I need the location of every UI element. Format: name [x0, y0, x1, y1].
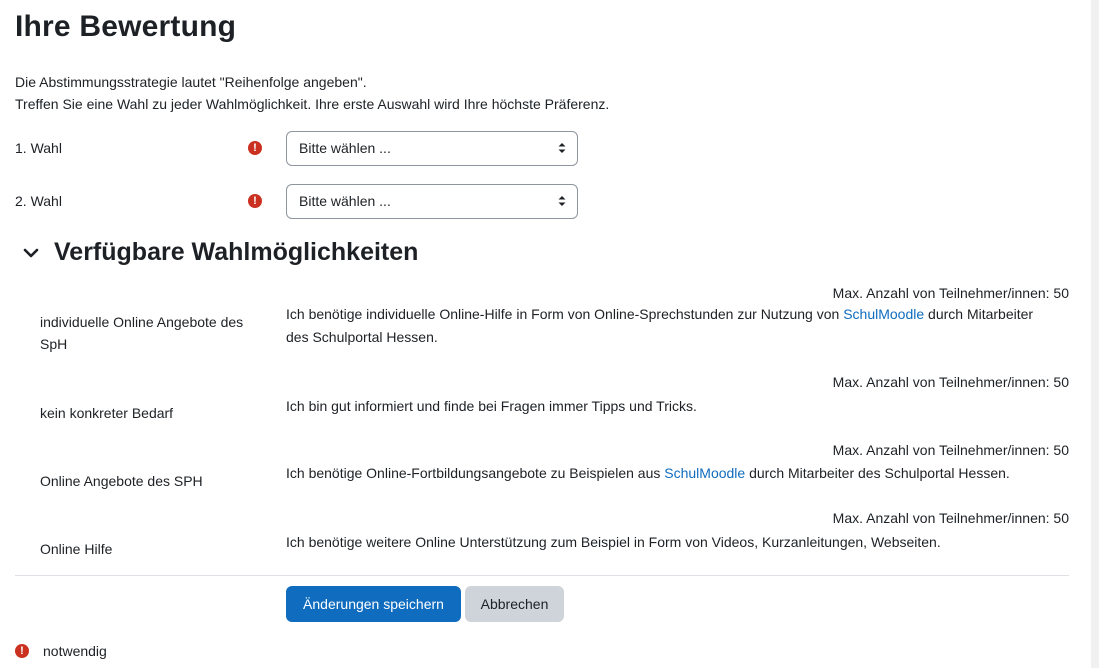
- save-changes-button[interactable]: Änderungen speichern: [286, 586, 461, 622]
- choice-2-select[interactable]: Bitte wählen ...: [286, 184, 578, 219]
- choice-label: 2. Wahl: [15, 193, 62, 209]
- option-description: Ich benötige individuelle Online-Hilfe i…: [286, 303, 1046, 349]
- option-description: Ich bin gut informiert und finde bei Fra…: [286, 398, 697, 414]
- description-text: Ich benötige Online-Fortbildungsangebote…: [286, 465, 665, 481]
- form-divider: [15, 575, 1069, 576]
- chevron-down-icon: [23, 248, 39, 257]
- scrollbar-track[interactable]: [1091, 0, 1099, 668]
- option-max-participants: Max. Anzahl von Teilnehmer/innen: 50: [832, 510, 1069, 526]
- select-value: Bitte wählen ...: [299, 140, 391, 156]
- required-legend-text: notwendig: [43, 643, 107, 659]
- option-name: kein konkreter Bedarf: [40, 405, 174, 421]
- required-icon: !: [248, 194, 262, 208]
- sort-caret-icon: [558, 196, 566, 206]
- cancel-button[interactable]: Abbrechen: [465, 586, 564, 622]
- option-max-participants: Max. Anzahl von Teilnehmer/innen: 50: [832, 374, 1069, 390]
- sort-caret-icon: [558, 143, 566, 153]
- intro-strategy-line: Die Abstimmungsstrategie lautet "Reihenf…: [15, 74, 367, 90]
- choice-1-select[interactable]: Bitte wählen ...: [286, 131, 578, 166]
- required-legend: ! notwendig: [15, 643, 107, 659]
- required-icon: !: [15, 644, 29, 658]
- choice-label: 1. Wahl: [15, 140, 62, 156]
- option-max-participants: Max. Anzahl von Teilnehmer/innen: 50: [832, 285, 1069, 301]
- option-name: Online Hilfe: [40, 541, 113, 557]
- option-name: Online Angebote des SPH: [40, 473, 203, 489]
- section-title: Verfügbare Wahlmöglichkeiten: [54, 238, 419, 266]
- intro-instruction-line: Treffen Sie eine Wahl zu jeder Wahlmögli…: [15, 96, 610, 112]
- page-title: Ihre Bewertung: [15, 10, 237, 43]
- choice-row-1: 1. Wahl ! Bitte wählen ...: [15, 131, 585, 167]
- option-name: individuelle Online Angebote des SpH: [40, 314, 244, 352]
- intro-text: Die Abstimmungsstrategie lautet "Reihenf…: [15, 71, 609, 115]
- description-text: Ich benötige individuelle Online-Hilfe i…: [286, 306, 844, 322]
- option-description: Ich benötige weitere Online Unterstützun…: [286, 534, 941, 550]
- choice-row-2: 2. Wahl ! Bitte wählen ...: [15, 184, 585, 220]
- description-text: durch Mitarbeiter des Schulportal Hessen…: [745, 465, 1010, 481]
- schulmoodle-link[interactable]: SchulMoodle: [664, 465, 745, 481]
- option-max-participants: Max. Anzahl von Teilnehmer/innen: 50: [832, 442, 1069, 458]
- option-description: Ich benötige Online-Fortbildungsangebote…: [286, 462, 1046, 485]
- required-icon: !: [248, 141, 262, 155]
- select-value: Bitte wählen ...: [299, 193, 391, 209]
- schulmoodle-link[interactable]: SchulMoodle: [843, 306, 924, 322]
- options-section-toggle[interactable]: Verfügbare Wahlmöglichkeiten: [22, 238, 418, 267]
